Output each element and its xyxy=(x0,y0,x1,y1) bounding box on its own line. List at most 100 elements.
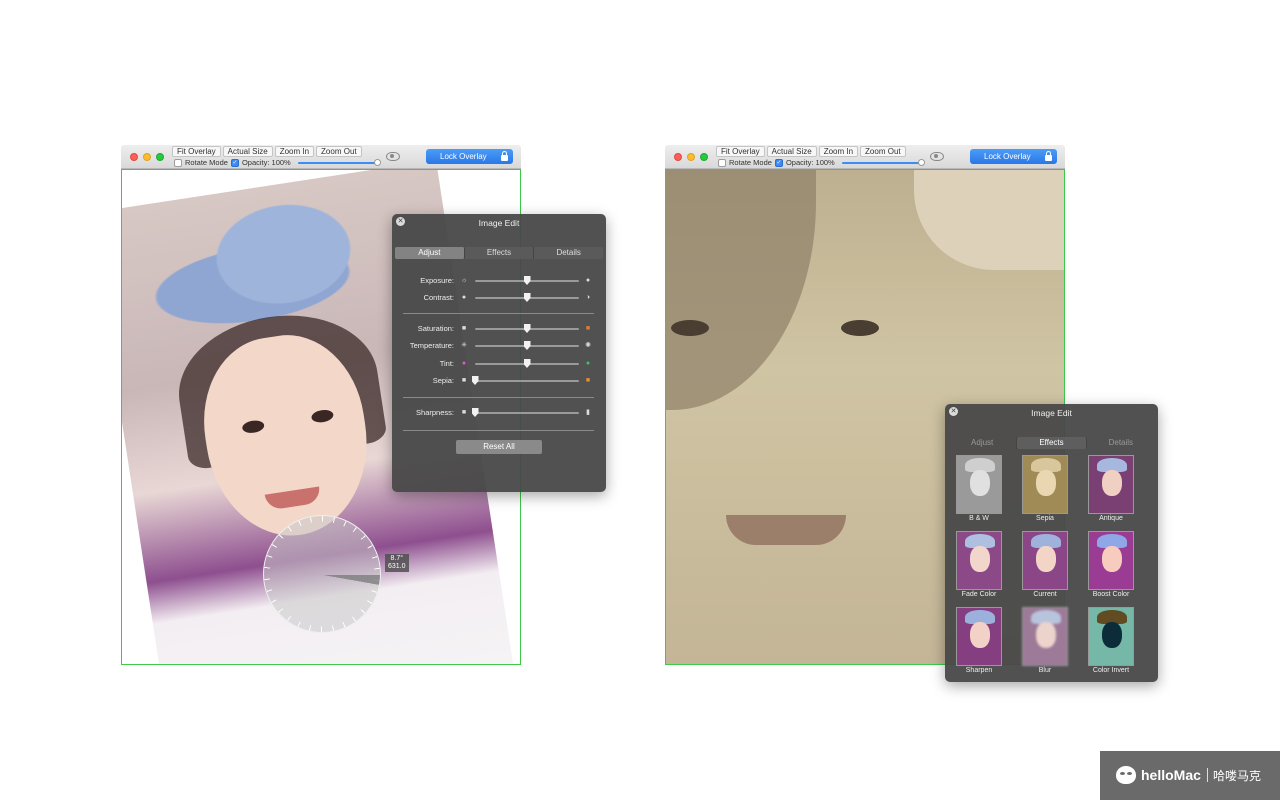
lock-overlay-label: Lock Overlay xyxy=(440,152,487,161)
zoom-out-button[interactable]: Zoom Out xyxy=(316,146,362,157)
sharpness-row: Sharpness: ■ ▮ xyxy=(392,408,606,418)
sun-rays-icon: ✺ xyxy=(585,342,591,349)
photo-mouth xyxy=(726,515,846,545)
effect-thumbnail[interactable] xyxy=(956,455,1002,514)
zoom-out-button[interactable]: Zoom Out xyxy=(860,146,906,157)
opacity-checkbox[interactable]: ✓ xyxy=(774,158,783,167)
saturation-slider-thumb[interactable] xyxy=(523,324,531,333)
rotation-angle: 8.7° xyxy=(390,555,404,562)
divider xyxy=(403,397,594,398)
zoom-in-button[interactable]: Zoom In xyxy=(274,146,315,157)
tint-label: Tint: xyxy=(439,359,454,368)
sepia-slider-thumb[interactable] xyxy=(471,376,479,385)
tab-effects[interactable]: Effects xyxy=(1017,437,1087,449)
contrast-slider[interactable] xyxy=(475,293,579,302)
effect-label: Color Invert xyxy=(1092,667,1130,674)
saturation-slider[interactable] xyxy=(475,324,579,333)
effect-thumbnail[interactable] xyxy=(1088,455,1134,514)
lock-overlay-button[interactable]: Lock Overlay xyxy=(970,149,1057,164)
sharpness-slider-thumb[interactable] xyxy=(471,408,479,417)
small-sun-icon: ☼ xyxy=(461,277,468,284)
opacity-slider[interactable] xyxy=(841,158,925,166)
effect-item[interactable]: Sepia xyxy=(1022,455,1068,523)
saturation-row: Saturation: ■ ■ xyxy=(392,324,606,334)
effect-thumbnail[interactable] xyxy=(1088,531,1134,590)
actual-size-button[interactable]: Actual Size xyxy=(222,146,273,157)
tab-details[interactable]: Details xyxy=(534,247,603,259)
lock-overlay-label: Lock Overlay xyxy=(984,152,1031,161)
effect-thumbnail[interactable] xyxy=(1088,607,1134,666)
opacity-slider[interactable] xyxy=(297,158,381,166)
fit-overlay-button[interactable]: Fit Overlay xyxy=(716,146,765,157)
lock-icon xyxy=(501,151,508,161)
tab-adjust[interactable]: Adjust xyxy=(395,247,465,259)
effect-item[interactable]: Current xyxy=(1022,531,1068,599)
zoom-window-button[interactable] xyxy=(700,153,708,161)
effect-label: Antique xyxy=(1099,515,1123,522)
photo-towel xyxy=(914,170,1064,270)
tab-effects[interactable]: Effects xyxy=(465,247,535,259)
fit-overlay-button[interactable]: Fit Overlay xyxy=(172,146,221,157)
effect-item[interactable]: Color Invert xyxy=(1088,607,1134,675)
watermark-divider xyxy=(1207,768,1208,782)
opacity-slider-knob[interactable] xyxy=(373,158,381,166)
temperature-label: Temperature: xyxy=(409,341,454,350)
effect-thumbnail[interactable] xyxy=(1022,607,1068,666)
minimize-window-button[interactable] xyxy=(687,153,695,161)
effect-label: Boost Color xyxy=(1092,591,1130,598)
tint-slider-thumb[interactable] xyxy=(523,359,531,368)
lock-overlay-button[interactable]: Lock Overlay xyxy=(426,149,513,164)
effect-thumbnail[interactable] xyxy=(956,531,1002,590)
watermark-chinese: 哈喽马克 xyxy=(1213,769,1262,783)
tab-details[interactable]: Details xyxy=(1087,437,1155,449)
thumbnail-face xyxy=(1036,622,1056,648)
eye-icon[interactable] xyxy=(930,152,944,161)
screenshot-canvas: Fit Overlay Actual Size Zoom In Zoom Out… xyxy=(0,0,1280,800)
contrast-slider-thumb[interactable] xyxy=(523,293,531,302)
effect-thumbnail[interactable] xyxy=(1022,455,1068,514)
minimize-window-button[interactable] xyxy=(143,153,151,161)
orange-square-icon: ■ xyxy=(585,377,591,384)
opacity-slider-knob[interactable] xyxy=(917,158,925,166)
effect-item[interactable]: Blur xyxy=(1022,607,1068,675)
close-window-button[interactable] xyxy=(130,153,138,161)
rotate-mode-checkbox[interactable] xyxy=(174,158,182,167)
saturation-label: Saturation: xyxy=(417,324,454,333)
thumbnail-face xyxy=(970,470,990,496)
effect-thumbnail[interactable] xyxy=(956,607,1002,666)
exposure-slider-thumb[interactable] xyxy=(523,276,531,285)
sharpness-label: Sharpness: xyxy=(416,408,454,417)
magenta-dot-icon: ● xyxy=(461,360,467,367)
overlay-titlebar: Fit Overlay Actual Size Zoom In Zoom Out… xyxy=(665,145,1065,169)
exposure-slider[interactable] xyxy=(475,276,579,285)
effect-item[interactable]: Boost Color xyxy=(1088,531,1134,599)
zoom-window-button[interactable] xyxy=(156,153,164,161)
green-dot-icon: ● xyxy=(585,360,591,367)
tint-row: Tint: ● ● xyxy=(392,359,606,369)
effect-label: Current xyxy=(1033,591,1057,598)
temperature-row: Temperature: ✳ ✺ xyxy=(392,341,606,351)
rotation-dial[interactable] xyxy=(263,515,381,633)
panel-title: Image Edit xyxy=(478,218,520,228)
sepia-slider[interactable] xyxy=(471,376,579,385)
tint-slider[interactable] xyxy=(475,359,579,368)
temperature-slider-thumb[interactable] xyxy=(523,341,531,350)
thumbnail-face xyxy=(1036,470,1056,496)
reset-all-button[interactable]: Reset All xyxy=(456,440,542,454)
zoom-in-button[interactable]: Zoom In xyxy=(818,146,859,157)
opacity-checkbox[interactable]: ✓ xyxy=(230,158,239,167)
rotation-value: 631.0 xyxy=(388,563,406,570)
effect-item[interactable]: Antique xyxy=(1088,455,1134,523)
rotate-mode-checkbox[interactable] xyxy=(718,158,726,167)
effect-item[interactable]: Sharpen xyxy=(956,607,1002,675)
close-window-button[interactable] xyxy=(674,153,682,161)
effect-thumbnail[interactable] xyxy=(1022,531,1068,590)
overlay-options-row: Rotate Mode ✓ Opacity: 100% xyxy=(718,158,925,167)
sharpness-slider[interactable] xyxy=(471,408,579,417)
temperature-slider[interactable] xyxy=(475,341,579,350)
eye-icon[interactable] xyxy=(386,152,400,161)
tab-adjust[interactable]: Adjust xyxy=(948,437,1018,449)
effect-item[interactable]: Fade Color xyxy=(956,531,1002,599)
effect-item[interactable]: B & W xyxy=(956,455,1002,523)
actual-size-button[interactable]: Actual Size xyxy=(766,146,817,157)
